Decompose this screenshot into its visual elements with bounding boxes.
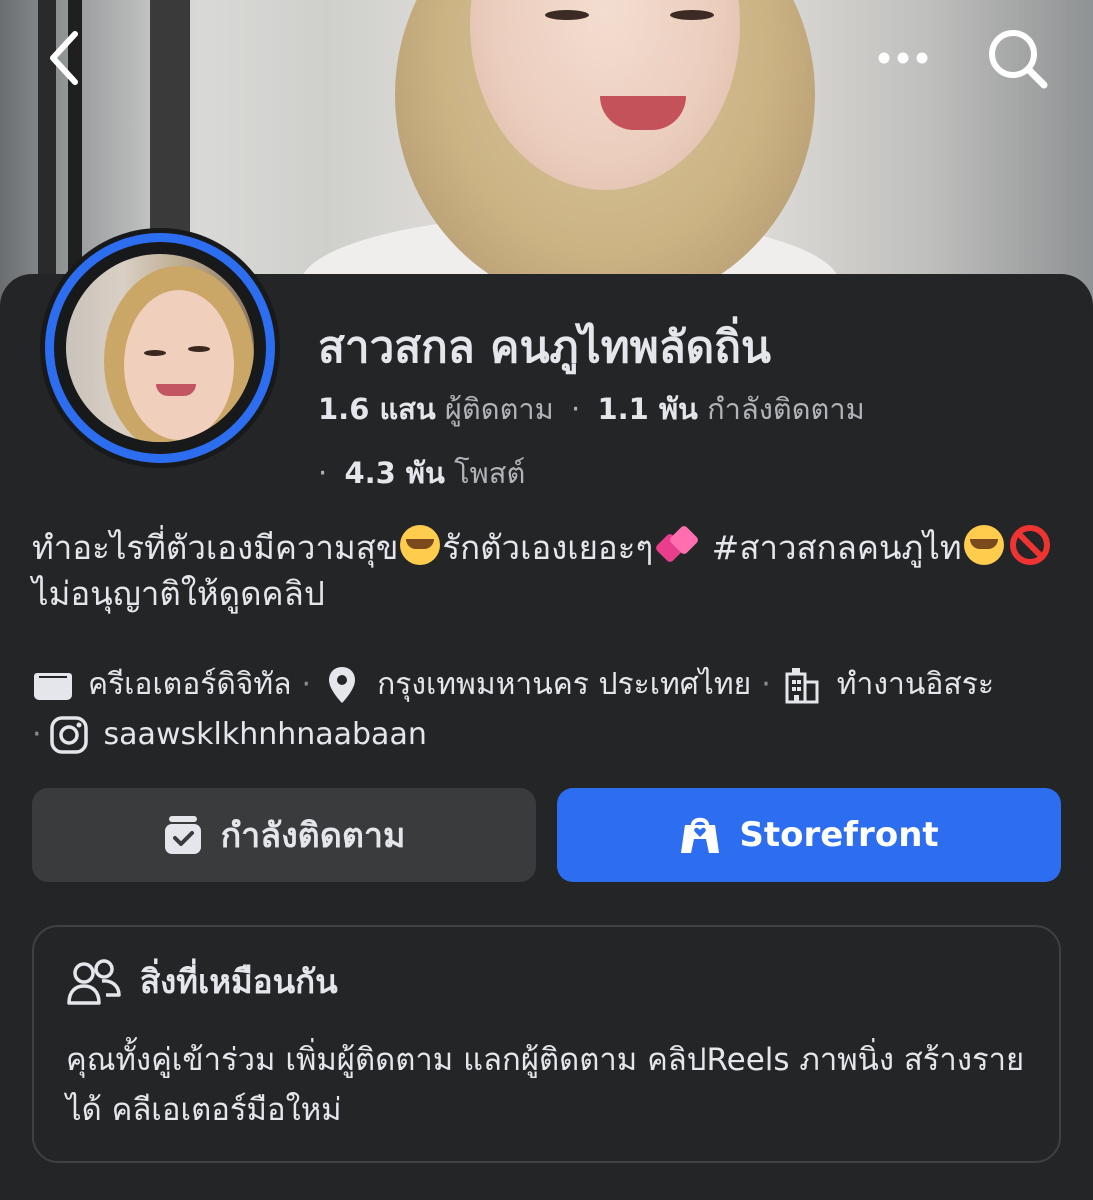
separator-dot: · (301, 667, 312, 702)
bio-hashtag[interactable]: #สาวสกลคนภูไท (701, 528, 962, 567)
cover-subject-eye (670, 10, 714, 20)
search-button[interactable] (982, 24, 1054, 94)
things-in-common-title: สิ่งที่เหมือนกัน (140, 962, 338, 1001)
chevron-left-icon (50, 31, 78, 85)
avatar-eye (144, 350, 166, 356)
profile-details: ครีเอเตอร์ดิจิทัล · กรุงเทพมหานคร ประเทศ… (32, 660, 1072, 760)
separator-dot: · (761, 667, 771, 702)
storefront-icon (679, 815, 721, 855)
profile-stats-posts: · 4.3 พัน โพสต์ (318, 450, 525, 496)
avatar-lips (156, 384, 196, 396)
storefront-button-label: Storefront (739, 815, 939, 855)
work-building-icon (781, 664, 823, 706)
profile-name: สาวสกล คนภูไทพลัดถิ่น (318, 322, 771, 373)
work-text: ทำงานอิสระ (836, 667, 994, 702)
things-in-common-card[interactable]: สิ่งที่เหมือนกัน คุณทั้งคู่เข้าร่วม เพิ่… (32, 925, 1061, 1163)
story-ring (45, 233, 275, 463)
avatar-eye (188, 346, 210, 352)
more-options-button[interactable] (872, 30, 934, 86)
category-text: ครีเอเตอร์ดิจิทัล (88, 667, 292, 702)
profile-bio: ทำอะไรที่ตัวเองมีความสุข รักตัวเองเยอะๆ #… (32, 524, 1062, 617)
following-label[interactable]: กำลังติดตาม (707, 392, 865, 426)
details-row: ครีเอเตอร์ดิจิทัล · กรุงเทพมหานคร ประเทศ… (32, 660, 1072, 710)
bio-text: ไม่อนุญาติให้ดูดคลิป (32, 574, 325, 613)
followers-label[interactable]: ผู้ติดตาม (445, 392, 554, 426)
following-check-icon (163, 814, 203, 856)
location-text[interactable]: กรุงเทพมหานคร ประเทศไทย (377, 660, 751, 710)
instagram-handle-link[interactable]: saawsklkhnhnaabaan (104, 710, 427, 760)
more-dots-icon (878, 52, 928, 64)
location-pin-icon (321, 664, 363, 706)
separator-dot: · (32, 717, 42, 752)
people-icon (66, 958, 122, 1006)
things-in-common-header: สิ่งที่เหมือนกัน (66, 955, 338, 1008)
posts-count[interactable]: 4.3 พัน (344, 456, 444, 490)
storefront-button[interactable]: Storefront (557, 788, 1061, 882)
avatar-photo (66, 254, 254, 442)
profile-stats: 1.6 แสน ผู้ติดตาม · 1.1 พัน กำลังติดตาม (318, 386, 865, 432)
smiling-face-with-hearts-emoji-icon (963, 525, 1004, 565)
following-button-label: กำลังติดตาม (220, 816, 406, 856)
details-row: · saawsklkhnhnaabaan (32, 710, 1072, 760)
profile-avatar[interactable] (40, 228, 280, 468)
followers-count[interactable]: 1.6 แสน (318, 392, 436, 426)
cover-subject-eye (545, 10, 589, 20)
separator-dot: · (571, 392, 581, 426)
two-hearts-emoji-icon (654, 524, 700, 565)
creator-category-icon (32, 664, 74, 706)
bio-text: ทำอะไรที่ตัวเองมีความสุข (32, 528, 399, 567)
avatar-face (124, 290, 234, 440)
search-icon (989, 30, 1048, 89)
prohibited-emoji-icon (1009, 525, 1050, 565)
following-button[interactable]: กำลังติดตาม (32, 788, 536, 882)
separator-dot: · (318, 456, 328, 490)
back-button[interactable] (36, 28, 92, 88)
smiling-face-with-hearts-emoji-icon (400, 525, 441, 565)
posts-label[interactable]: โพสต์ (454, 456, 525, 490)
instagram-icon (48, 714, 90, 756)
following-count[interactable]: 1.1 พัน (597, 392, 697, 426)
bio-text: รักตัวเองเยอะๆ (442, 528, 654, 567)
things-in-common-text: คุณทั้งคู่เข้าร่วม เพิ่มผู้ติดตาม แลกผู้… (66, 1042, 1025, 1128)
